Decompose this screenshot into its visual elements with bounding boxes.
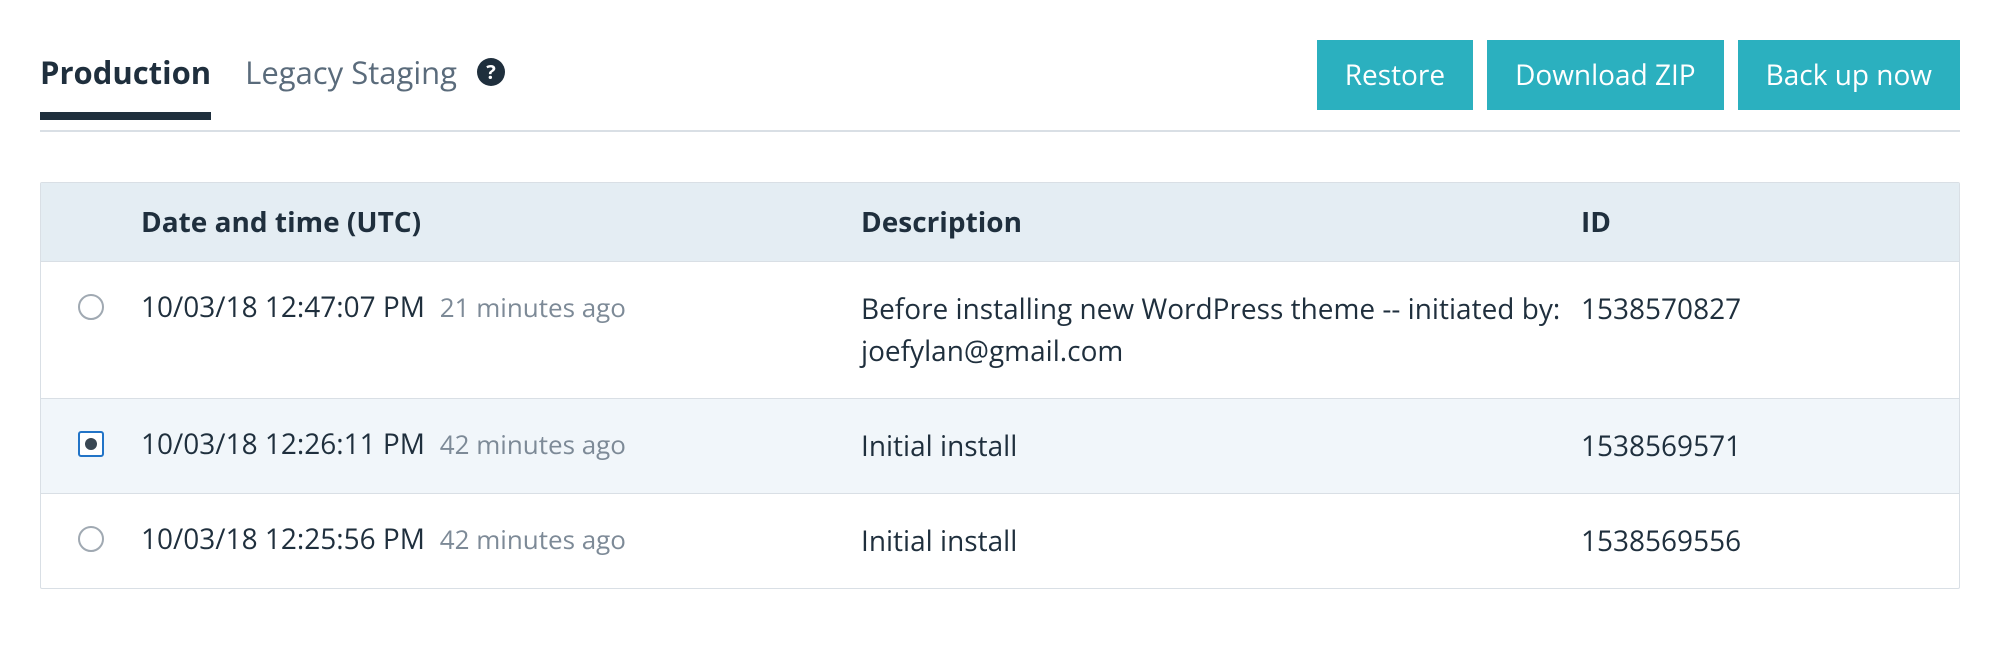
row-id: 1538569556 <box>1581 522 1741 560</box>
row-id: 1538569571 <box>1581 427 1741 465</box>
restore-button[interactable]: Restore <box>1317 40 1473 110</box>
row-relative-time: 21 minutes ago <box>440 289 626 325</box>
row-description: Initial install <box>861 427 1017 465</box>
row-relative-time: 42 minutes ago <box>440 426 626 462</box>
tab-production[interactable]: Production <box>40 52 211 118</box>
row-description: Initial install <box>861 522 1017 560</box>
table-row[interactable]: 10/03/18 12:25:56 PM 42 minutes ago Init… <box>41 493 1959 588</box>
row-relative-time: 42 minutes ago <box>440 521 626 557</box>
row-description: Before installing new WordPress theme --… <box>861 290 1560 370</box>
download-zip-button[interactable]: Download ZIP <box>1487 40 1724 110</box>
col-header-id: ID <box>1581 203 1959 241</box>
table-header: Date and time (UTC) Description ID <box>41 183 1959 261</box>
help-icon[interactable]: ? <box>477 58 505 86</box>
backup-table: Date and time (UTC) Description ID 10/03… <box>40 182 1960 589</box>
page-header: Production Legacy Staging ? Restore Down… <box>40 40 1960 132</box>
tabs: Production Legacy Staging ? <box>40 52 505 118</box>
row-datetime: 10/03/18 12:47:07 PM <box>141 288 425 326</box>
row-datetime: 10/03/18 12:26:11 PM <box>141 425 425 463</box>
table-row[interactable]: 10/03/18 12:26:11 PM 42 minutes ago Init… <box>41 398 1959 493</box>
table-row[interactable]: 10/03/18 12:47:07 PM 21 minutes ago Befo… <box>41 261 1959 398</box>
tab-legacy-staging-label: Legacy Staging <box>245 52 457 94</box>
col-header-description: Description <box>861 203 1581 241</box>
col-header-date: Date and time (UTC) <box>141 203 861 241</box>
radio-select[interactable] <box>78 431 104 457</box>
row-id: 1538570827 <box>1581 290 1741 328</box>
radio-select[interactable] <box>78 294 104 320</box>
backup-now-button[interactable]: Back up now <box>1738 40 1960 110</box>
radio-select[interactable] <box>78 526 104 552</box>
tab-legacy-staging[interactable]: Legacy Staging ? <box>245 52 505 118</box>
row-datetime: 10/03/18 12:25:56 PM <box>141 520 425 558</box>
actions: Restore Download ZIP Back up now <box>1317 40 1960 130</box>
